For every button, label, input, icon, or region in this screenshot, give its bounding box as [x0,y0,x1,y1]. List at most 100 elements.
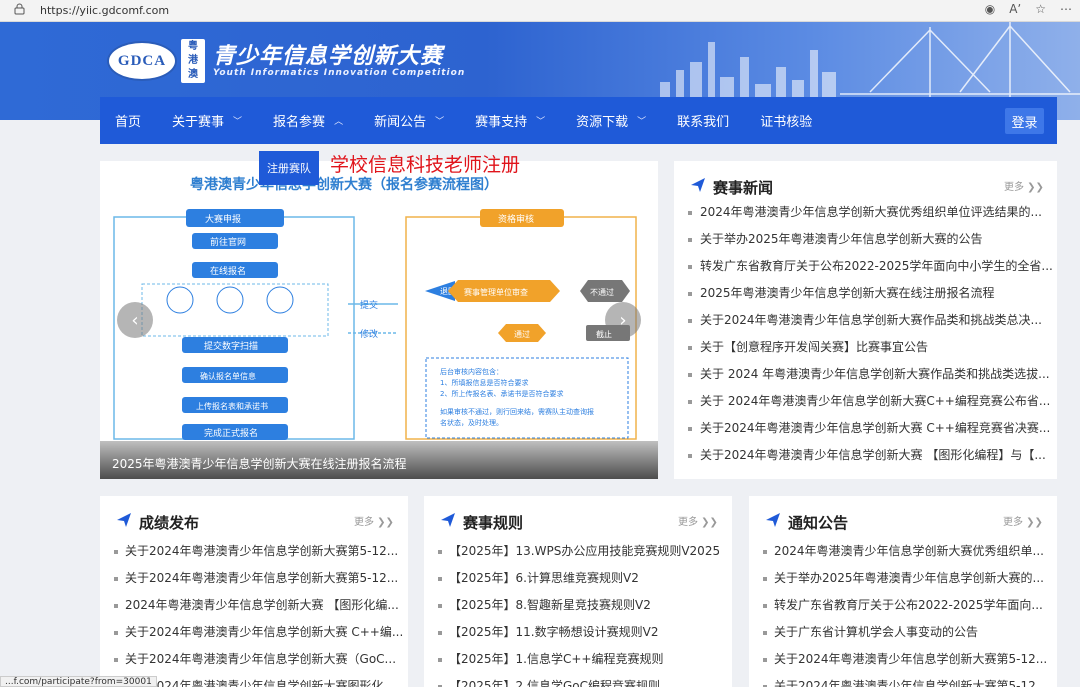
carousel-prev-button[interactable]: ‹ [117,302,153,338]
list-item[interactable]: 转发广东省教育厅关于公布2022-2025学年面向中小学生的全省... [674,253,1057,280]
list-item[interactable]: 【2025年】8.智趣新星竞技赛规则V2 [424,592,732,619]
more-link[interactable]: 更多 ❯❯ [1003,513,1043,528]
dropdown-item-register-team[interactable]: 注册赛队 [259,151,319,185]
step-text: 名状态，及时处理。 [440,418,503,427]
more-label: 更多 [678,517,698,528]
step-text: 大赛申报 [205,213,241,225]
list-item[interactable]: 【2025年】13.WPS办公应用技能竞赛规则V2025 [424,538,732,565]
chevron-down-icon: ﹀ [536,117,546,127]
nav-label: 证书核验 [760,115,813,130]
list-item[interactable]: 关于举办2025年粤港澳青少年信息学创新大赛的... [749,565,1057,592]
list-item[interactable]: 关于 2024年粤港澳青少年信息学创新大赛C++编程竞赛公布省... [674,388,1057,415]
step-text: 在线报名 [210,265,246,277]
list-item[interactable]: 关于2024年粤港澳青少年信息学创新大赛第5-12... [100,538,408,565]
send-arrow-icon [441,513,455,527]
banner-carousel[interactable]: 粤港澳青少年信息学创新大赛（报名参赛流程图） 大赛申报 前往官网 在线报名 提交… [100,161,658,479]
list-item[interactable]: 2024年粤港澳青少年信息学创新大赛优秀组织单位评选结果的... [674,199,1057,226]
chevron-down-icon: ﹀ [637,117,647,127]
more-label: 更多 [1004,182,1024,193]
list-item[interactable]: 【2025年】2.信息学GoC编程竞赛规则 [424,673,732,687]
nav-label: 赛事支持 [475,115,528,130]
rules-list: 【2025年】13.WPS办公应用技能竞赛规则V2025 【2025年】6.计算… [424,538,732,687]
list-item[interactable]: 【2025年】11.数字畅想设计赛规则V2 [424,619,732,646]
chevron-up-icon: ︿ [334,117,344,127]
login-button[interactable]: 登录 [1005,108,1044,134]
step-text: 2、所上传报名表、承诺书是否符合要求 [440,389,563,398]
list-item[interactable]: 关于2024年粤港澳青少年信息学创新大赛第5-12... [749,646,1057,673]
nav-label: 资源下载 [576,115,629,130]
url-field[interactable]: https://yiic.gdcomf.com [40,4,169,17]
step-text: 完成正式报名 [204,427,258,439]
step-text: 不通过 [590,287,614,297]
list-item[interactable]: 关于2024年粤港澳青少年信息学创新大赛（GoC... [100,646,408,673]
nav-item-support[interactable]: 赛事支持 ﹀ [475,97,545,144]
list-item[interactable]: 2024年粤港澳青少年信息学创新大赛优秀组织单... [749,538,1057,565]
carousel-next-button[interactable]: › [605,302,641,338]
nav-item-register[interactable]: 报名参赛 ︿ [273,97,343,144]
results-list: 关于2024年粤港澳青少年信息学创新大赛第5-12... 关于2024年粤港澳青… [100,538,408,687]
results-panel: 成绩发布 更多 ❯❯ 关于2024年粤港澳青少年信息学创新大赛第5-12... … [100,496,408,687]
left-steps: 大赛申报 前往官网 在线报名 提交数字扫描 确认报名单信息 上传报名表和承诺书 … [141,209,329,440]
nav-label: 首页 [115,115,142,130]
list-item[interactable]: 转发广东省教育厅关于公布2022-2025学年面向... [749,592,1057,619]
more-menu-icon[interactable]: ⋯ [1060,2,1072,16]
step-text: 确认报名单信息 [200,371,256,381]
main-nav: 首页 关于赛事 ﹀ 报名参赛 ︿ 新闻公告 ﹀ 赛事支持 ﹀ 资源下载 ﹀ 联系我们 证书… [100,97,1057,144]
list-item[interactable]: 【2025年】6.计算思维竞赛规则V2 [424,565,732,592]
nav-item-about[interactable]: 关于赛事 ﹀ [172,97,242,144]
panel-title: 赛事新闻 [713,179,774,197]
more-link[interactable]: 更多 ❯❯ [1004,178,1044,193]
list-item[interactable]: 关于广东省计算机学会人事变动的公告 [749,619,1057,646]
gdca-logo[interactable]: GDCA [107,41,177,81]
send-arrow-icon [766,513,780,527]
nav-item-downloads[interactable]: 资源下载 ﹀ [576,97,646,144]
nav-item-contact[interactable]: 联系我们 [677,97,729,144]
annotation-text: 学校信息科技老师注册 [330,154,521,176]
rules-panel: 赛事规则 更多 ❯❯ 【2025年】13.WPS办公应用技能竞赛规则V2025 … [424,496,732,687]
extension-icon[interactable]: ◉ [985,2,995,16]
step-text: 提交数字扫描 [204,340,258,352]
step-text: 赛事管理单位审查 [464,287,528,297]
step-text: 提交 [360,299,378,311]
nav-label: 联系我们 [677,115,730,130]
more-label: 更多 [1003,517,1023,528]
review-area: 资格审核 退回 赛事管理单位审查 不通过 通过 截止 后台审核内容包含： 1、所… [425,209,630,439]
step-text: 资格审核 [498,213,534,225]
list-item[interactable]: 关于2024年粤港澳青少年信息学创新大赛 【图形化编程】与【... [674,442,1057,469]
browser-address-bar: https://yiic.gdcomf.com ◉ Aʼ ☆ ⋯ [0,0,1080,22]
nav-label: 报名参赛 [273,115,326,130]
list-item[interactable]: 关于2024年粤港澳青少年信息学创新大赛第5-12... [749,673,1057,687]
panel-title: 通知公告 [788,514,849,532]
nav-item-certificate[interactable]: 证书核验 [760,97,812,144]
chevron-down-icon: ﹀ [233,117,243,127]
registration-flowchart: 粤港澳青少年信息学创新大赛（报名参赛流程图） 大赛申报 前往官网 在线报名 提交… [113,176,637,440]
notices-list: 2024年粤港澳青少年信息学创新大赛优秀组织单... 关于举办2025年粤港澳青… [749,538,1057,687]
news-list: 2024年粤港澳青少年信息学创新大赛优秀组织单位评选结果的... 关于举办202… [674,199,1057,469]
list-item[interactable]: 2024年粤港澳青少年信息学创新大赛 【图形化编... [100,592,408,619]
list-item[interactable]: 关于举办2025年粤港澳青少年信息学创新大赛的公告 [674,226,1057,253]
notices-panel: 通知公告 更多 ❯❯ 2024年粤港澳青少年信息学创新大赛优秀组织单... 关于… [749,496,1057,687]
list-item[interactable]: 2025年粤港澳青少年信息学创新大赛在线注册报名流程 [674,280,1057,307]
send-arrow-icon [691,178,705,192]
carousel-caption[interactable]: 2025年粤港澳青少年信息学创新大赛在线注册报名流程 [100,441,658,479]
step-text: 修改 [360,328,378,340]
step-text: 如果审核不通过，则行回来结，需赛队主动查询报 [440,407,594,416]
step-text: 前往官网 [210,236,246,248]
nav-item-news[interactable]: 新闻公告 ﹀ [374,97,444,144]
more-link[interactable]: 更多 ❯❯ [354,513,394,528]
favorite-star-icon[interactable]: ☆ [1035,2,1046,16]
list-item[interactable]: 【2025年】1.信息学C++编程竞赛规则 [424,646,732,673]
read-aloud-icon[interactable]: Aʼ [1009,2,1021,16]
list-item[interactable]: 关于【创意程序开发闯关赛】比赛事宜公告 [674,334,1057,361]
list-item[interactable]: 关于2024年粤港澳青少年信息学创新大赛 C++编程竞赛省决赛... [674,415,1057,442]
list-item[interactable]: 关于2024年粤港澳青少年信息学创新大赛第5-12... [100,565,408,592]
list-item[interactable]: 关于2024年粤港澳青少年信息学创新大赛作品类和挑战类总决... [674,307,1057,334]
more-link[interactable]: 更多 ❯❯ [678,513,718,528]
step-text: 后台审核内容包含： [440,367,503,376]
nav-item-home[interactable]: 首页 [115,97,141,144]
list-item[interactable]: 关于 2024 年粤港澳青少年信息学创新大赛作品类和挑战类选拔... [674,361,1057,388]
status-url-tooltip: ...f.com/participate?from=30001 [0,676,157,687]
news-panel: 赛事新闻 更多 ❯❯ 2024年粤港澳青少年信息学创新大赛优秀组织单位评选结果的… [674,161,1057,479]
list-item[interactable]: 关于2024年粤港澳青少年信息学创新大赛 C++编... [100,619,408,646]
chevron-down-icon: ﹀ [435,117,445,127]
